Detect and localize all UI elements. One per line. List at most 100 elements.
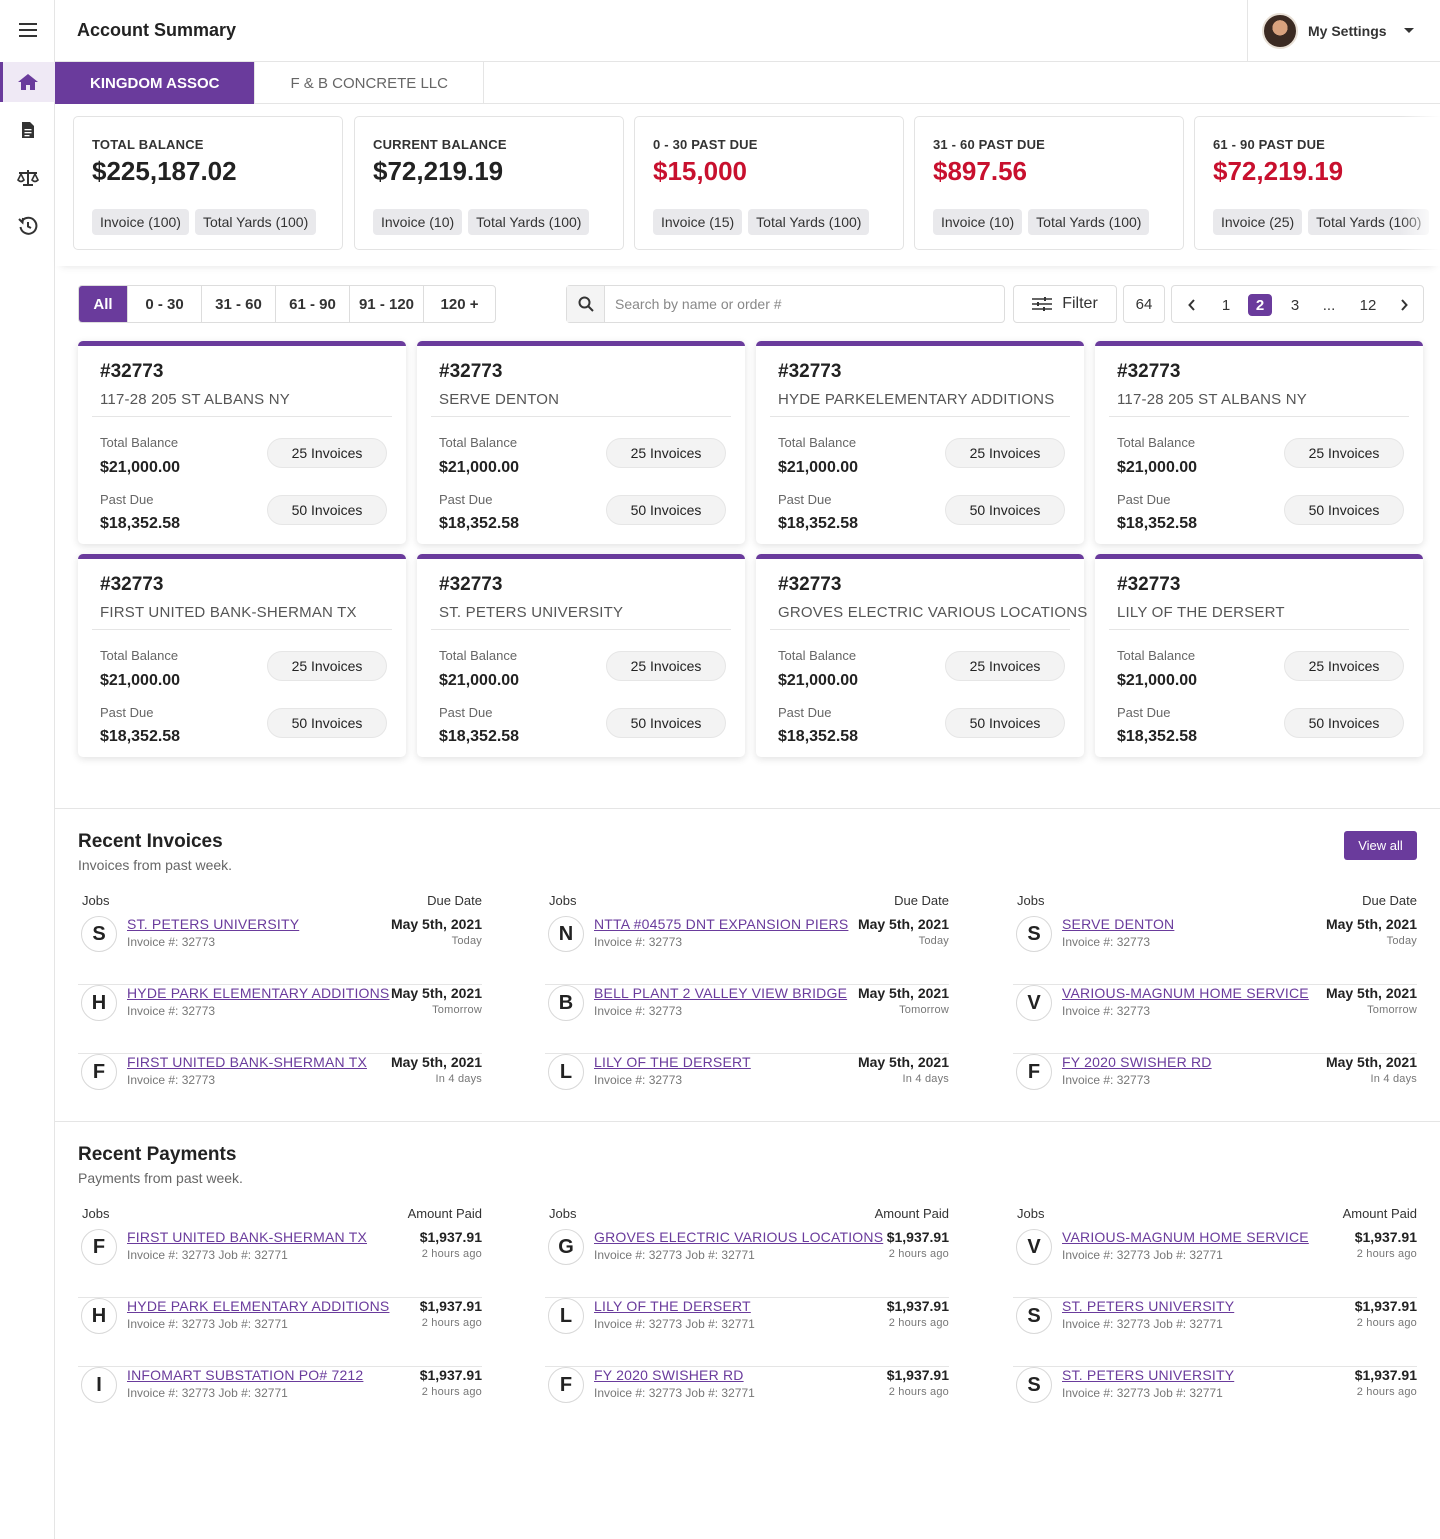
job-link[interactable]: LILY OF THE DERSERT — [594, 1298, 751, 1314]
page-12[interactable]: 12 — [1356, 294, 1380, 316]
top-bar: Account Summary My Settings — [55, 0, 1440, 62]
chevron-right-icon[interactable] — [1396, 294, 1412, 316]
job-card[interactable]: #32773 GROVES ELECTRIC VARIOUS LOCATIONS… — [756, 554, 1087, 757]
job-link[interactable]: ST. PETERS UNIVERSITY — [1062, 1367, 1234, 1383]
home-icon[interactable] — [0, 62, 55, 102]
filter-61-90[interactable]: 61 - 90 — [276, 286, 350, 322]
scale-icon[interactable] — [0, 158, 55, 198]
past-due-value: $18,352.58 — [778, 515, 859, 532]
invoice-number: Invoice #: 32773 — [594, 1004, 683, 1018]
filter-button[interactable]: Filter — [1013, 285, 1117, 323]
job-link[interactable]: LILY OF THE DERSERT — [594, 1054, 751, 1070]
past-due-invoices-pill[interactable]: 50 Invoices — [606, 708, 726, 738]
invoice-chip[interactable]: Invoice (10) — [933, 209, 1023, 235]
job-link[interactable]: FIRST UNITED BANK-SHERMAN TX — [127, 1229, 367, 1245]
summary-value: $72,219.19 — [373, 156, 504, 186]
job-link[interactable]: BELL PLANT 2 VALLEY VIEW BRIDGE — [594, 985, 847, 1001]
tab-fb-concrete[interactable]: F & B CONCRETE LLC — [255, 62, 484, 104]
chevron-left-icon[interactable] — [1184, 294, 1200, 316]
page-3[interactable]: 3 — [1287, 294, 1303, 316]
filter-120-plus[interactable]: 120 + — [424, 286, 495, 322]
job-link[interactable]: ST. PETERS UNIVERSITY — [1062, 1298, 1234, 1314]
yards-chip[interactable]: Total Yards (100) — [194, 209, 317, 235]
total-invoices-pill[interactable]: 25 Invoices — [267, 438, 387, 468]
job-link[interactable]: VARIOUS-MAGNUM HOME SERVICE — [1062, 1229, 1309, 1245]
list-item: B BELL PLANT 2 VALLEY VIEW BRIDGE Invoice … — [545, 985, 949, 1054]
job-card[interactable]: #32773 117-28 205 ST ALBANS NY Total Bal… — [1095, 341, 1423, 544]
filter-0-30[interactable]: 0 - 30 — [128, 286, 202, 322]
invoice-chip[interactable]: Invoice (25) — [1213, 209, 1303, 235]
tab-kingdom-assoc[interactable]: KINGDOM ASSOC — [55, 62, 256, 104]
job-card[interactable]: #32773 LILY OF THE DERSERT Total Balance… — [1095, 554, 1423, 757]
total-balance-value: $21,000.00 — [778, 459, 859, 476]
settings-menu[interactable]: My Settings — [1247, 0, 1440, 61]
total-invoices-pill[interactable]: 25 Invoices — [606, 651, 726, 681]
job-link[interactable]: INFOMART SUBSTATION PO# 7212 — [127, 1367, 363, 1383]
search-icon[interactable] — [567, 286, 605, 322]
yards-chip[interactable]: Total Yards (100) — [748, 209, 870, 235]
total-balance-value: $21,000.00 — [439, 672, 520, 689]
page-1[interactable]: 1 — [1218, 294, 1234, 316]
job-link[interactable]: HYDE PARK ELEMENTARY ADDITIONS — [127, 985, 389, 1001]
total-invoices-pill[interactable]: 25 Invoices — [945, 651, 1065, 681]
total-balance-label: Total Balance — [439, 648, 518, 663]
search-input[interactable] — [605, 296, 995, 312]
yards-chip[interactable]: Total Yards (100) — [468, 209, 590, 235]
job-link[interactable]: NTTA #04575 DNT EXPANSION PIERS — [594, 916, 848, 932]
yards-chip[interactable]: Total Yards (100) — [1028, 209, 1150, 235]
invoice-chip[interactable]: Invoice (15) — [653, 209, 743, 235]
job-link[interactable]: FIRST UNITED BANK-SHERMAN TX — [127, 1054, 367, 1070]
invoice-number: Invoice #: 32773 — [127, 1073, 216, 1087]
total-invoices-pill[interactable]: 25 Invoices — [1284, 438, 1404, 468]
amount-paid: $1,937.91 — [419, 1229, 482, 1245]
past-due-invoices-pill[interactable]: 50 Invoices — [606, 495, 726, 525]
due-date: May 5th, 2021 — [857, 985, 949, 1001]
job-card[interactable]: #32773 FIRST UNITED BANK-SHERMAN TX Tota… — [78, 554, 406, 757]
page-size[interactable]: 64 — [1123, 285, 1165, 323]
past-due-invoices-pill[interactable]: 50 Invoices — [1284, 495, 1404, 525]
summary-value: $15,000 — [653, 156, 747, 186]
invoice-chip[interactable]: Invoice (100) — [92, 209, 189, 235]
total-invoices-pill[interactable]: 25 Invoices — [606, 438, 726, 468]
job-link[interactable]: GROVES ELECTRIC VARIOUS LOCATIONS — [594, 1229, 883, 1245]
total-invoices-pill[interactable]: 25 Invoices — [1284, 651, 1404, 681]
job-card[interactable]: #32773 SERVE DENTON Total Balance $21,00… — [417, 341, 745, 544]
job-link[interactable]: VARIOUS-MAGNUM HOME SERVICE — [1062, 985, 1309, 1001]
document-icon[interactable] — [0, 110, 55, 150]
past-due-invoices-pill[interactable]: 50 Invoices — [945, 495, 1065, 525]
menu-icon[interactable] — [0, 10, 55, 50]
job-link[interactable]: FY 2020 SWISHER RD — [1062, 1054, 1212, 1070]
job-card[interactable]: #32773 HYDE PARKELEMENTARY ADDITIONS Tot… — [756, 341, 1084, 544]
filter-31-60[interactable]: 31 - 60 — [202, 286, 276, 322]
filter-all[interactable]: All — [79, 286, 128, 322]
history-icon[interactable] — [0, 206, 55, 246]
recent-list-column: Jobs Amount Paid G GROVES ELECTRIC VARIOUS … — [545, 1206, 949, 1436]
job-link[interactable]: HYDE PARK ELEMENTARY ADDITIONS — [127, 1298, 389, 1314]
past-due-invoices-pill[interactable]: 50 Invoices — [267, 708, 387, 738]
past-due-invoices-pill[interactable]: 50 Invoices — [1284, 708, 1404, 738]
recent-list-column: Jobs Due Date S ST. PETERS UNIVERSITY Invoic… — [78, 893, 482, 1123]
job-link[interactable]: ST. PETERS UNIVERSITY — [127, 916, 299, 932]
past-due-invoices-pill[interactable]: 50 Invoices — [267, 495, 387, 525]
job-initial-avatar: L — [548, 1298, 584, 1334]
filter-91-120[interactable]: 91 - 120 — [350, 286, 424, 322]
divider — [55, 808, 1440, 809]
past-due-invoices-pill[interactable]: 50 Invoices — [945, 708, 1065, 738]
view-all-button[interactable]: View all — [1344, 831, 1417, 860]
list-item: S SERVE DENTON Invoice #: 32773 May 5th, 20… — [1013, 916, 1417, 985]
invoice-number: Invoice #: 32773 Job #: 32771 — [594, 1386, 755, 1400]
invoice-chip[interactable]: Invoice (10) — [373, 209, 463, 235]
recent-invoices-title: Recent Invoices — [78, 831, 223, 852]
job-card[interactable]: #32773 ST. PETERS UNIVERSITY Total Balan… — [417, 554, 745, 757]
invoice-number: Invoice #: 32773 — [127, 935, 216, 949]
summary-card-31-60: 31 - 60 PAST DUE $897.56 Invoice (10) To… — [914, 116, 1184, 250]
job-card[interactable]: #32773 117-28 205 ST ALBANS NY Total Bal… — [78, 341, 406, 544]
page-2[interactable]: 2 — [1248, 294, 1272, 316]
job-initial-avatar: F — [548, 1367, 584, 1403]
total-invoices-pill[interactable]: 25 Invoices — [267, 651, 387, 681]
job-link[interactable]: FY 2020 SWISHER RD — [594, 1367, 744, 1383]
total-invoices-pill[interactable]: 25 Invoices — [945, 438, 1065, 468]
job-number: #32773 — [1117, 361, 1181, 382]
job-link[interactable]: SERVE DENTON — [1062, 916, 1174, 932]
job-initial-avatar: F — [81, 1054, 117, 1090]
